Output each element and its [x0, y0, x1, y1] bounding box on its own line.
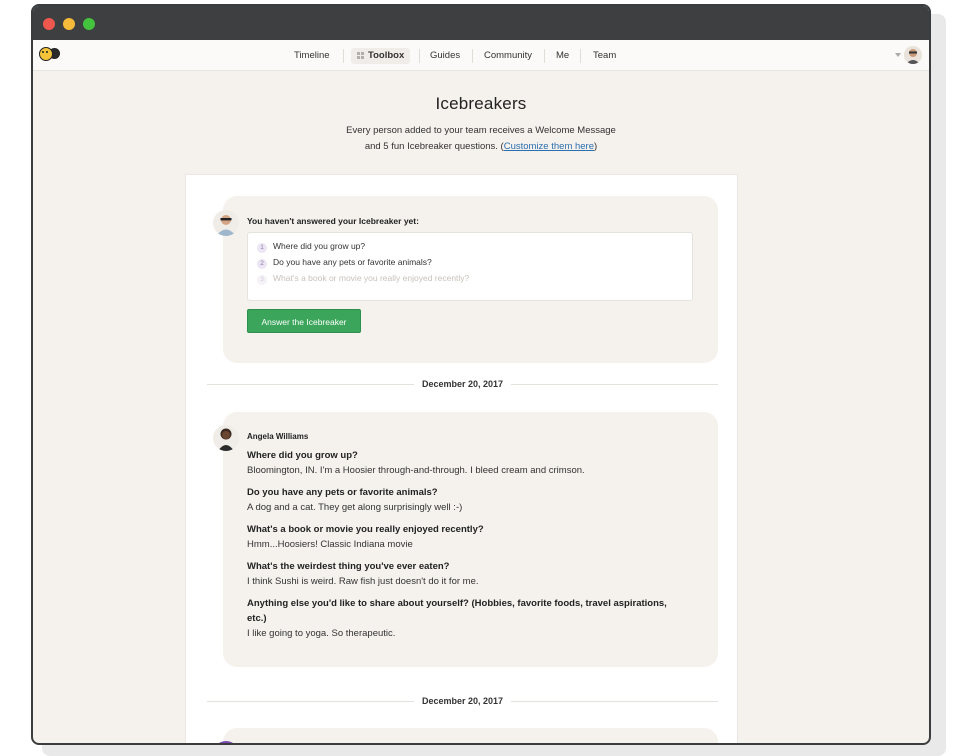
prompt-question-text: What's a book or movie you really enjoye… [273, 273, 470, 283]
icebreaker-feed-card: You haven't answered your Icebreaker yet… [185, 174, 739, 743]
date-divider: December 20, 2017 [186, 696, 739, 706]
date-divider: December 20, 2017 [186, 379, 739, 389]
question-number: 1 [257, 243, 267, 253]
answer-text-2: A dog and a cat. They get along surprisi… [247, 502, 463, 513]
angela-avatar [213, 425, 239, 451]
prompt-question-2: 2 Do you have any pets or favorite animal… [257, 256, 432, 269]
top-navbar: Timeline Toolbox Guides Community Me Tea… [33, 40, 929, 71]
page-subtitle: Every person added to your team receives… [33, 123, 929, 155]
page-title: Icebreakers [435, 94, 527, 113]
maximize-window-button[interactable] [83, 18, 95, 30]
answer-icebreaker-button[interactable]: Answer the Icebreaker [247, 309, 361, 333]
question-number: 2 [257, 259, 267, 269]
answer-author-name: Angela Williams [247, 432, 309, 441]
question-preview-box: 1 Where did you grow up? 2 Do you have any… [247, 232, 693, 301]
logo-icon[interactable] [39, 47, 61, 61]
answer-bubble [223, 728, 718, 743]
prompt-question-text: Where did you grow up? [273, 241, 366, 251]
customize-link[interactable]: Customize them here [504, 141, 594, 152]
answer-text-4: I think Sushi is weird. Raw fish just do… [247, 576, 479, 587]
grid-icon [357, 52, 364, 59]
minimize-window-button[interactable] [63, 18, 75, 30]
prompt-question-1: 1 Where did you grow up? [257, 240, 366, 253]
nav-divider [419, 49, 420, 63]
nav-timeline[interactable]: Timeline [294, 48, 330, 64]
answer-question-3: What's a book or movie you really enjoye… [247, 524, 484, 535]
subtitle-line-2: and 5 fun Icebreaker questions. (Customi… [33, 139, 929, 155]
answer-question-5: Anything else you'd like to share about … [247, 598, 667, 624]
answer-question-1: Where did you grow up? [247, 450, 358, 461]
nav-divider [544, 49, 545, 63]
nav-community[interactable]: Community [484, 48, 532, 64]
subtitle-prefix: and 5 fun Icebreaker questions. ( [364, 141, 504, 152]
current-user-avatar [213, 210, 239, 236]
prompt-question-text: Do you have any pets or favorite animals… [273, 257, 432, 267]
browser-window: Timeline Toolbox Guides Community Me Tea… [31, 4, 931, 745]
close-window-button[interactable] [43, 18, 55, 30]
subtitle-suffix: ) [594, 141, 598, 152]
nav-guides[interactable]: Guides [430, 48, 460, 64]
subtitle-line-1: Every person added to your team receives… [346, 125, 616, 136]
nav-toolbox[interactable]: Toolbox [351, 48, 411, 64]
date-label: December 20, 2017 [413, 696, 512, 706]
answer-text-3: Hmm...Hoosiers! Classic Indiana movie [247, 539, 413, 550]
date-label: December 20, 2017 [413, 379, 512, 389]
answer-question-4: What's the weirdest thing you've ever ea… [247, 561, 450, 572]
answer-text-5: I like going to yoga. So therapeutic. [247, 628, 396, 639]
answer-text-1: Bloomington, IN. I'm a Hoosier through-a… [247, 465, 585, 476]
nav-divider [472, 49, 473, 63]
nav-toolbox-label: Toolbox [368, 50, 405, 61]
nav-divider [580, 49, 581, 63]
chevron-down-icon[interactable] [895, 53, 901, 57]
nav-team[interactable]: Team [593, 48, 616, 64]
answer-question-2: Do you have any pets or favorite animals… [247, 487, 438, 498]
prompt-title: You haven't answered your Icebreaker yet… [247, 216, 419, 226]
nav-divider [343, 49, 344, 63]
nav-me[interactable]: Me [556, 48, 569, 64]
prompt-question-3: 3 What's a book or movie you really enjoy… [257, 272, 470, 285]
user-avatar-icon[interactable] [904, 46, 922, 64]
title-bar [33, 6, 929, 40]
question-number: 3 [257, 275, 267, 285]
